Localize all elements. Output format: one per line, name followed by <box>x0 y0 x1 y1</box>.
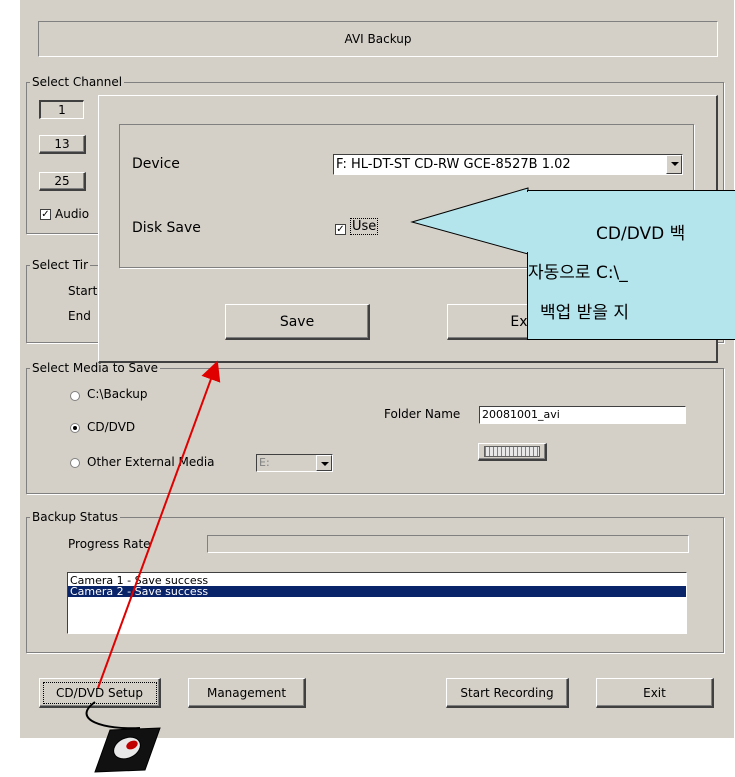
annotation-overlay <box>85 360 221 773</box>
mouse-cable <box>85 701 141 730</box>
mouse-icon <box>94 727 161 773</box>
red-arrow <box>97 360 221 689</box>
